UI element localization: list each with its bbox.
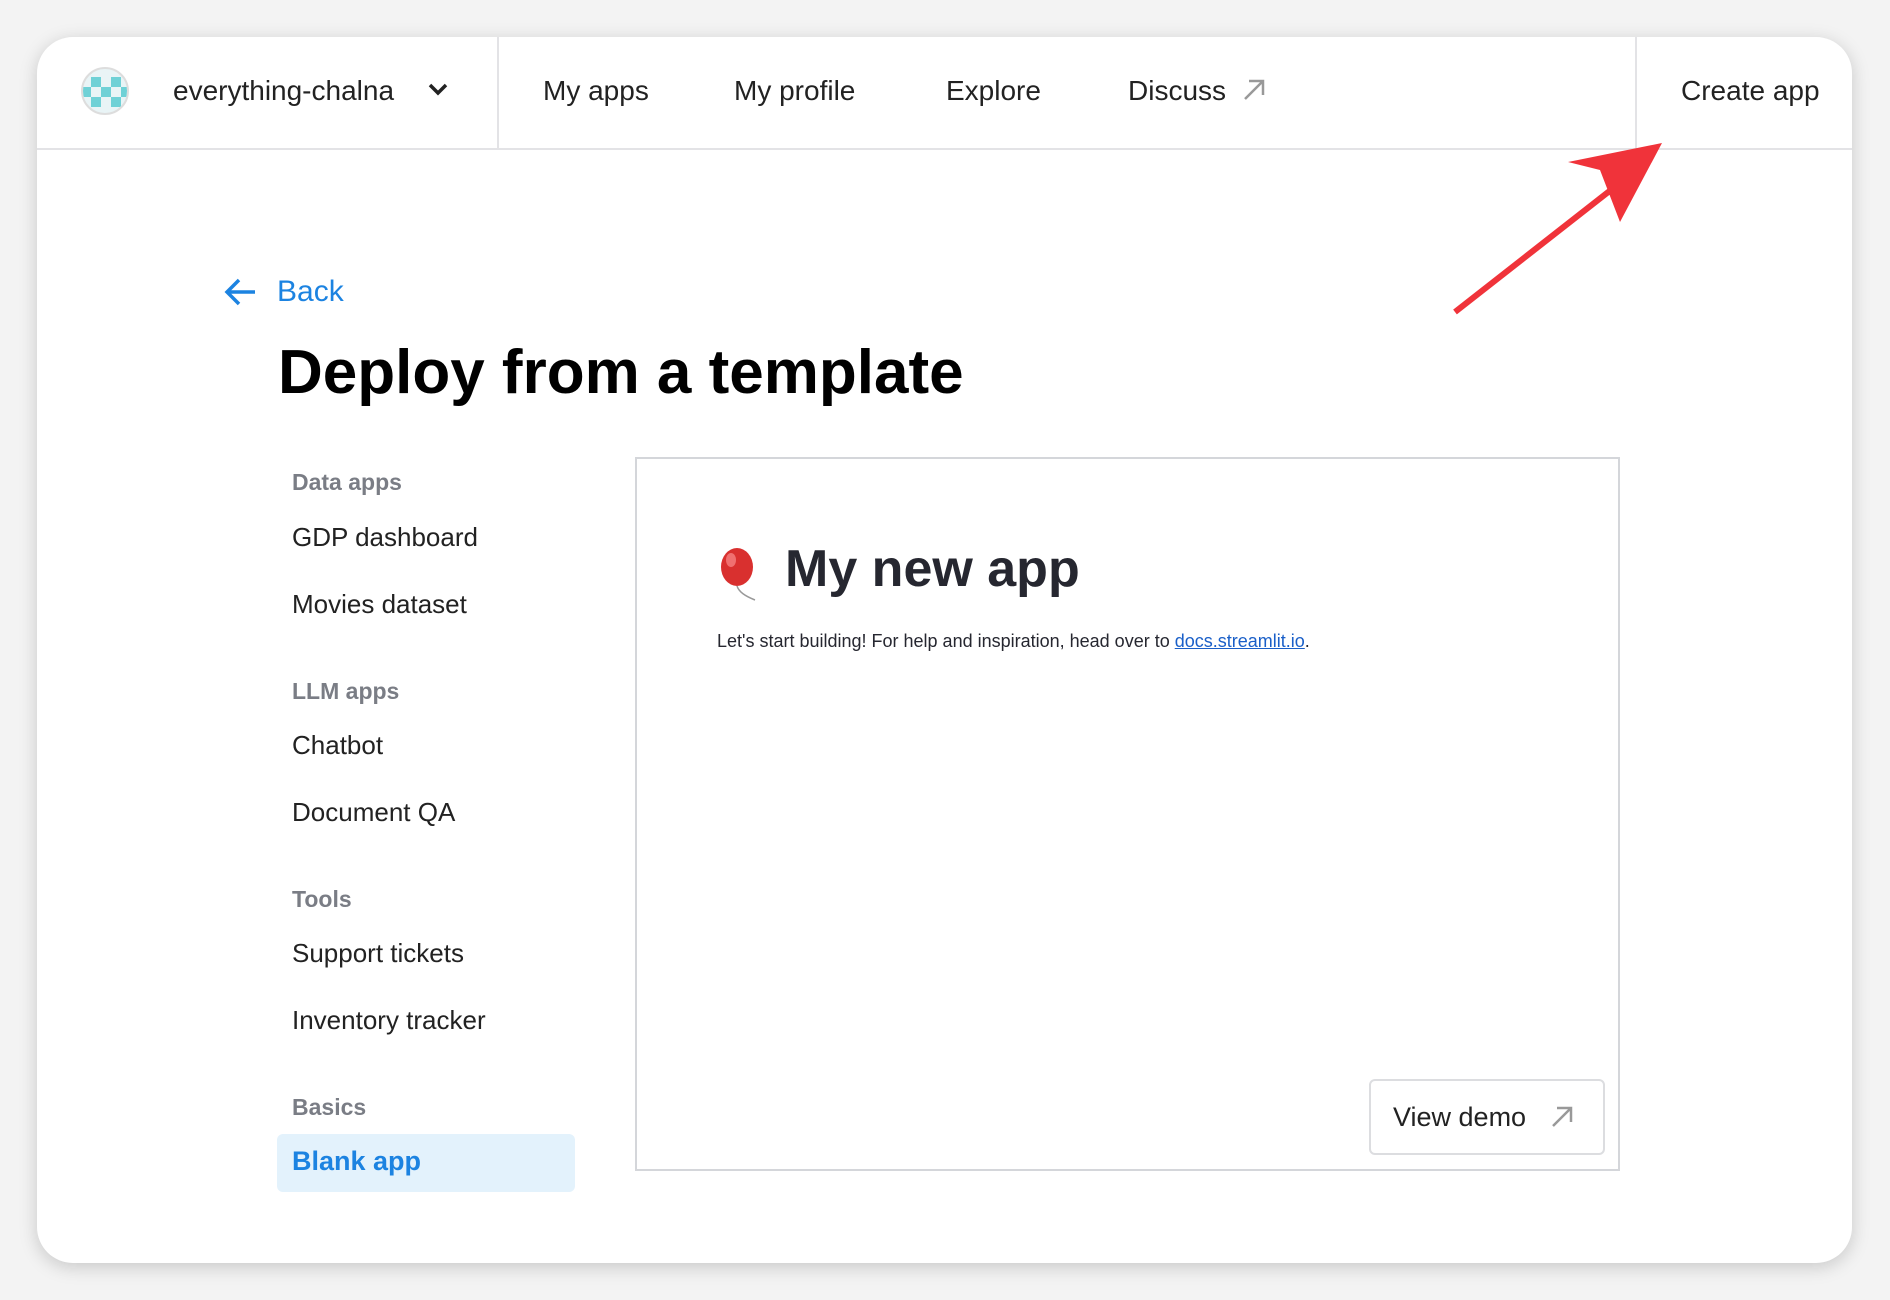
preview-text: Let's start building! For help and inspi… xyxy=(717,631,1310,651)
section-basics: Basics xyxy=(292,1094,367,1120)
arrow-left-icon xyxy=(224,278,255,306)
back-link[interactable]: Back xyxy=(223,275,344,309)
view-demo-label: View demo xyxy=(1393,1101,1527,1132)
template-preview: My new app Let's start building! For hel… xyxy=(635,457,1620,1171)
external-link-icon xyxy=(1552,1106,1573,1127)
preview-title: My new app xyxy=(785,540,1080,598)
app-window: everything-chalna My apps My profile Exp… xyxy=(37,37,1852,1263)
top-nav: everything-chalna My apps My profile Exp… xyxy=(37,37,1852,150)
team-switcher[interactable]: everything-chalna xyxy=(173,75,394,107)
section-data-apps: Data apps xyxy=(292,469,402,495)
template-gdp-dashboard[interactable]: GDP dashboard xyxy=(292,522,478,553)
nav-explore[interactable]: Explore xyxy=(946,75,1041,107)
chevron-down-icon[interactable] xyxy=(427,82,449,98)
nav-my-apps[interactable]: My apps xyxy=(543,75,649,107)
external-link-icon xyxy=(1244,79,1265,100)
view-demo-button[interactable]: View demo xyxy=(1369,1079,1605,1155)
section-llm-apps: LLM apps xyxy=(292,678,400,704)
docs-link[interactable]: docs.streamlit.io xyxy=(1175,631,1305,651)
template-support-tickets[interactable]: Support tickets xyxy=(292,938,464,969)
balloon-icon xyxy=(721,548,756,601)
nav-discuss[interactable]: Discuss xyxy=(1128,75,1226,107)
template-blank-app[interactable]: Blank app xyxy=(277,1134,575,1192)
back-label: Back xyxy=(277,275,344,308)
template-document-qa[interactable]: Document QA xyxy=(292,797,455,828)
page-title: Deploy from a template xyxy=(278,338,964,407)
team-avatar[interactable] xyxy=(81,67,129,115)
nav-my-profile[interactable]: My profile xyxy=(734,75,855,107)
section-tools: Tools xyxy=(292,886,352,912)
create-app-button[interactable]: Create app xyxy=(1681,75,1820,107)
template-chatbot[interactable]: Chatbot xyxy=(292,730,383,761)
template-movies-dataset[interactable]: Movies dataset xyxy=(292,589,467,620)
template-inventory-tracker[interactable]: Inventory tracker xyxy=(292,1005,486,1036)
